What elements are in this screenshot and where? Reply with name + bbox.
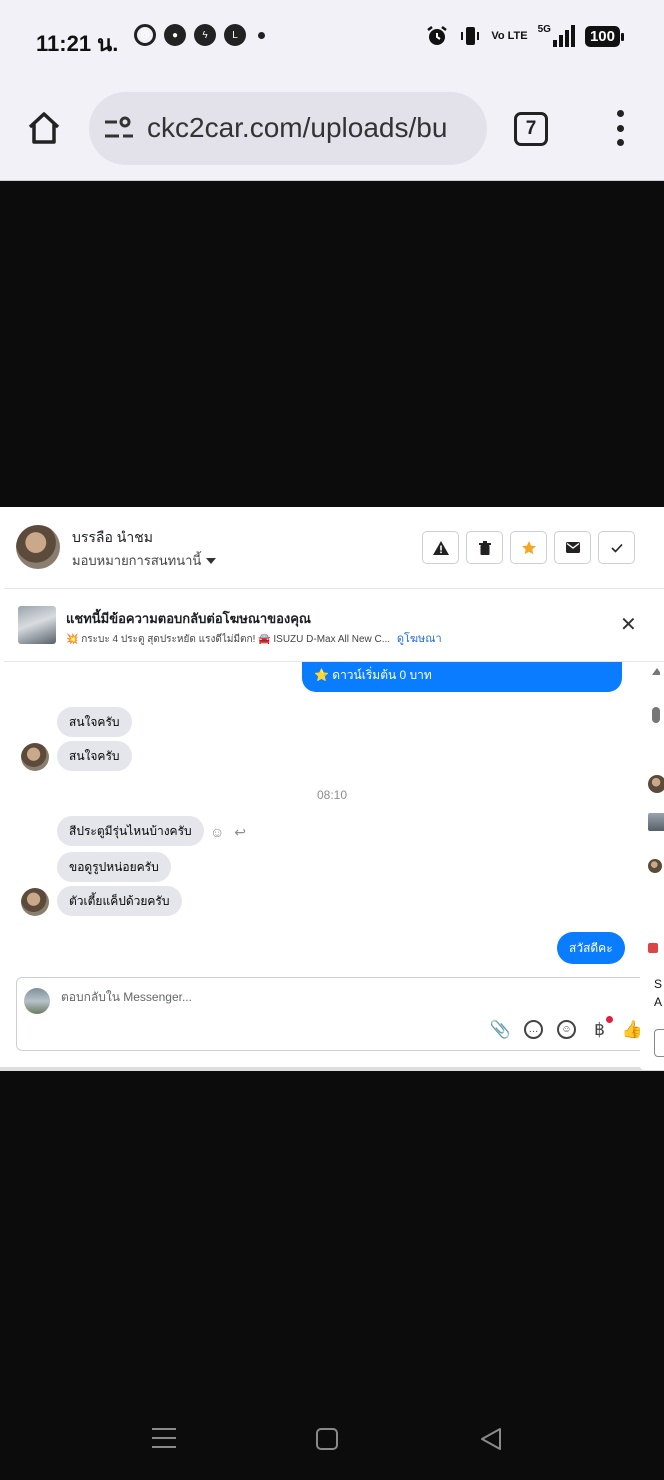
- trash-icon: [478, 540, 491, 555]
- side-button[interactable]: [654, 1029, 664, 1057]
- react-icon[interactable]: ☺: [210, 824, 224, 841]
- sender-avatar: [21, 743, 49, 771]
- line-icon: L: [224, 24, 246, 46]
- menu-dot-icon: [616, 110, 624, 117]
- incoming-message-bubble[interactable]: สนใจครับ: [57, 707, 132, 737]
- header-actions: [422, 531, 635, 564]
- back-button[interactable]: [478, 1426, 504, 1452]
- sender-avatar: [21, 888, 49, 916]
- side-thumbnail[interactable]: [648, 813, 664, 831]
- ad-notice-title: แชทนี้มีข้อความตอบกลับต่อโฆษณาของคุณ: [66, 611, 311, 626]
- mark-done-button[interactable]: [598, 531, 635, 564]
- side-badge-icon: [648, 943, 658, 953]
- ad-description: 💥 กระบะ 4 ประตู สุดประหยัด แรงดีไม่มีตก!…: [66, 634, 391, 645]
- threads-icon: @: [134, 24, 156, 46]
- reply-composer: 📎 … ☺ ฿ 👍: [16, 977, 648, 1051]
- browser-menu-button[interactable]: [612, 110, 628, 146]
- incoming-message-bubble[interactable]: สีประตูมีรุ่นไหนบ้างครับ: [57, 816, 204, 846]
- home-button[interactable]: [24, 108, 64, 148]
- incoming-message-bubble[interactable]: ขอดูรูปหน่อยครับ: [57, 852, 171, 882]
- view-ad-link[interactable]: ดูโฆษณา: [397, 633, 442, 645]
- chat-bubble-icon: ●: [164, 24, 186, 46]
- scroll-up-icon[interactable]: [652, 668, 660, 675]
- notification-dot: [606, 1016, 613, 1023]
- site-settings-icon[interactable]: [103, 116, 135, 142]
- volte-indicator: Vo LTE: [491, 30, 528, 42]
- contact-name[interactable]: บรรลือ นำชม: [72, 527, 153, 549]
- side-text: A: [654, 995, 663, 1009]
- payment-icon[interactable]: ฿: [590, 1016, 613, 1039]
- mail-icon: [565, 542, 580, 553]
- reply-icon[interactable]: ↩: [234, 824, 246, 841]
- incoming-message-bubble[interactable]: ตัวเตี้ยแค็ปด้วยครับ: [57, 886, 182, 916]
- notification-icons: @ ● ϟ L: [134, 24, 265, 46]
- contact-avatar[interactable]: [16, 525, 60, 569]
- vibrate-icon: [459, 24, 481, 48]
- system-status-icons: Vo LTE 5G 100: [425, 24, 625, 48]
- ad-notice-subtitle: 💥 กระบะ 4 ประตู สุดประหยัด แรงดีไม่มีตก!…: [66, 629, 442, 647]
- saved-reply-icon[interactable]: …: [524, 1020, 543, 1039]
- browser-toolbar: ckc2car.com/uploads/bu 7: [0, 80, 664, 181]
- home-nav-button[interactable]: [316, 1428, 338, 1450]
- side-conversation-panel[interactable]: S A: [640, 767, 664, 1070]
- ad-reply-notice: แชทนี้มีข้อความตอบกลับต่อโฆษณาของคุณ 💥 ก…: [4, 590, 664, 662]
- messenger-icon: ϟ: [194, 24, 216, 46]
- emoji-icon[interactable]: ☺: [557, 1020, 576, 1039]
- battery-indicator: 100: [584, 25, 625, 47]
- message-list[interactable]: ⭐ ดาวน์เริ่มต้น 0 บาท สนใจครับ สนใจครับ …: [4, 662, 660, 973]
- assign-label: มอบหมายการสนทนานี้: [72, 553, 202, 568]
- chat-header: บรรลือ นำชม มอบหมายการสนทนานี้: [4, 507, 664, 589]
- composer-tools: 📎 … ☺ ฿ 👍: [490, 1016, 643, 1039]
- delete-button[interactable]: [466, 531, 503, 564]
- reply-input[interactable]: [61, 990, 461, 1004]
- close-icon[interactable]: ✕: [620, 612, 637, 637]
- check-icon: [610, 543, 623, 553]
- status-bar: 11:21 น. @ ● ϟ L Vo LTE 5G 100: [0, 0, 664, 80]
- address-bar[interactable]: ckc2car.com/uploads/bu: [89, 92, 487, 165]
- status-time: 11:21 น.: [36, 31, 119, 56]
- star-icon: [521, 540, 536, 554]
- scrollbar-thumb[interactable]: [652, 707, 660, 723]
- assign-conversation-dropdown[interactable]: มอบหมายการสนทนานี้: [72, 550, 217, 571]
- outgoing-message-text: ⭐ ดาวน์เริ่มต้น 0 บาท: [314, 668, 432, 682]
- side-avatar[interactable]: [648, 859, 662, 873]
- outgoing-message-bubble: ⭐ ดาวน์เริ่มต้น 0 บาท: [302, 662, 622, 692]
- incoming-message-bubble[interactable]: สนใจครับ: [57, 741, 132, 771]
- warning-icon: [432, 540, 449, 555]
- tab-switcher-button[interactable]: 7: [514, 112, 548, 146]
- time-separator: 08:10: [316, 788, 348, 802]
- network-type: 5G: [537, 24, 551, 35]
- star-button[interactable]: [510, 531, 547, 564]
- outgoing-message-bubble[interactable]: สวัสดีคะ: [557, 932, 625, 964]
- url-text[interactable]: ckc2car.com/uploads/bu: [147, 112, 447, 144]
- home-icon: [28, 112, 60, 144]
- recent-apps-button[interactable]: [152, 1428, 176, 1448]
- report-button[interactable]: [422, 531, 459, 564]
- message-tools: ☺ ↩: [210, 824, 246, 841]
- signal-icon: 5G: [538, 24, 575, 48]
- side-avatar[interactable]: [648, 775, 664, 793]
- side-text: S: [654, 977, 663, 991]
- ad-thumbnail: [18, 606, 56, 644]
- caret-down-icon: [206, 557, 217, 564]
- mark-unread-button[interactable]: [554, 531, 591, 564]
- alarm-icon: [425, 24, 449, 48]
- messenger-chat-panel: บรรลือ นำชม มอบหมายการสนทนานี้ แชทนี้มีข…: [0, 507, 664, 1071]
- page-avatar: [24, 988, 50, 1014]
- more-notifications-icon: [258, 31, 265, 39]
- attachment-icon[interactable]: 📎: [490, 1020, 511, 1039]
- system-navigation-bar: [0, 1400, 664, 1480]
